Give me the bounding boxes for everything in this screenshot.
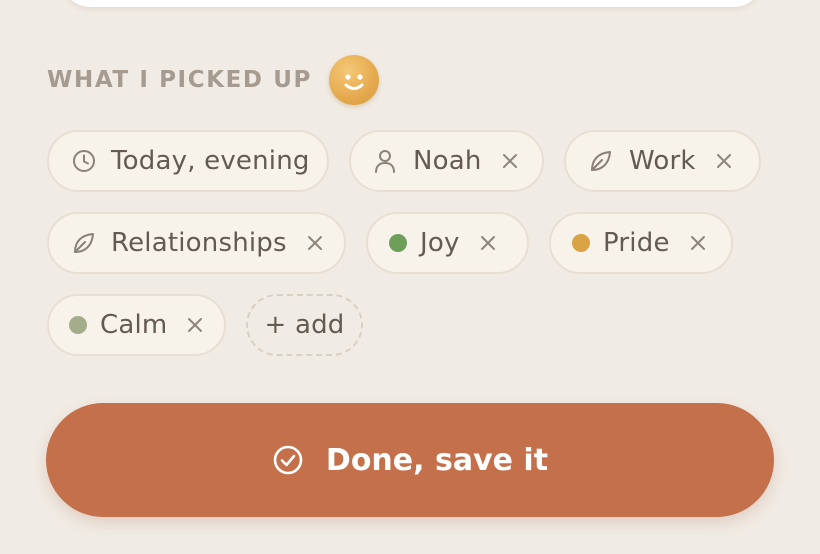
chip-label: Joy	[420, 228, 460, 258]
add-tag-label: + add	[264, 310, 345, 340]
leaf-icon	[588, 148, 614, 174]
chip-label: Pride	[603, 228, 670, 258]
tag-chip-pride[interactable]: Pride	[549, 212, 733, 274]
done-button-label: Done, save it	[325, 442, 549, 478]
chip-label: Noah	[413, 146, 482, 176]
chip-label: Today, evening	[111, 146, 310, 176]
tag-chip-calm[interactable]: Calm	[47, 294, 226, 356]
chip-label: Relationships	[111, 228, 287, 258]
tag-chip-relationships[interactable]: Relationships	[47, 212, 346, 274]
remove-icon[interactable]	[500, 151, 520, 171]
remove-icon[interactable]	[714, 151, 734, 171]
remove-icon[interactable]	[185, 315, 205, 335]
tag-chip-joy[interactable]: Joy	[366, 212, 529, 274]
tag-chip-work[interactable]: Work	[564, 130, 761, 192]
tag-chip-time[interactable]: Today, evening	[47, 130, 329, 192]
section-header: WHAT I PICKED UP	[47, 54, 379, 106]
emotion-dot	[69, 316, 87, 334]
remove-icon[interactable]	[305, 233, 325, 253]
section-title: WHAT I PICKED UP	[47, 67, 312, 93]
emotion-dot	[572, 234, 590, 252]
chip-label: Work	[629, 146, 696, 176]
note-card	[62, 0, 762, 7]
leaf-icon	[71, 230, 97, 256]
smiley-icon	[328, 55, 379, 105]
tag-chip-person[interactable]: Noah	[349, 130, 544, 192]
clock-icon	[71, 148, 97, 174]
add-tag-button[interactable]: + add	[246, 294, 363, 356]
check-circle-icon	[272, 444, 304, 476]
done-save-button[interactable]: Done, save it	[46, 403, 774, 517]
chip-label: Calm	[100, 310, 168, 340]
person-icon	[373, 148, 397, 174]
remove-icon[interactable]	[688, 233, 708, 253]
emotion-dot	[389, 234, 407, 252]
remove-icon[interactable]	[478, 233, 498, 253]
